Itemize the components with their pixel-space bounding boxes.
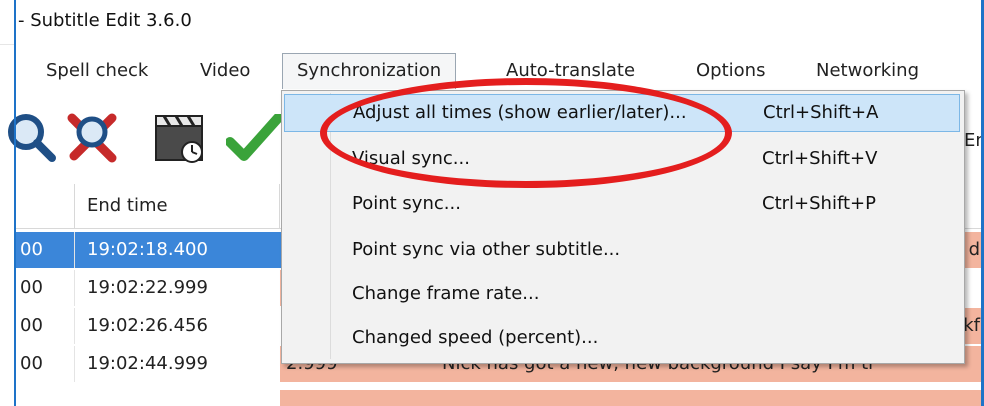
window-left-border: [14, 0, 16, 406]
cell-end-time: 19:02:44.999: [74, 346, 280, 382]
menu-item-label: Point sync...: [352, 193, 461, 214]
column-header-end-time[interactable]: End time: [74, 184, 280, 228]
video-clapper-icon[interactable]: [152, 110, 210, 170]
search-icon[interactable]: [2, 110, 58, 170]
menu-item-shortcut: Ctrl+Shift+P: [762, 193, 876, 214]
menu-item-shortcut: Ctrl+Shift+A: [763, 102, 879, 123]
cell-start-time: 00: [20, 315, 43, 336]
menu-item-shortcut: Ctrl+Shift+V: [762, 148, 878, 169]
cell-text-partial: [434, 390, 984, 406]
menu-item-point-sync[interactable]: Point sync... Ctrl+Shift+P: [282, 185, 964, 223]
cell-start-time: 00: [20, 353, 43, 374]
app-window: - Subtitle Edit 3.6.0 Spell check Video …: [0, 0, 984, 406]
menu-options[interactable]: Options: [696, 60, 765, 81]
checkmark-icon[interactable]: [225, 113, 283, 170]
cell-start-time: 00: [16, 232, 74, 268]
cell-end-time: 19:02:18.400: [74, 232, 280, 268]
title-bar: - Subtitle Edit 3.6.0: [0, 0, 984, 45]
annotation-highlight-oval: [320, 78, 732, 188]
menu-spell-check[interactable]: Spell check: [46, 60, 148, 81]
menu-item-point-sync-via-other-subtitle[interactable]: Point sync via other subtitle...: [282, 231, 964, 269]
menu-item-label: Point sync via other subtitle...: [352, 239, 621, 260]
menu-item-label: Change frame rate...: [352, 283, 540, 304]
menu-video[interactable]: Video: [200, 60, 250, 81]
table-row-partial[interactable]: [16, 390, 984, 406]
cell-duration-partial: [280, 390, 434, 406]
menu-item-label: Changed speed (percent)...: [352, 327, 599, 348]
cell-start-time: 00: [20, 277, 43, 298]
window-title: - Subtitle Edit 3.6.0: [18, 10, 192, 31]
cell-end-time: 19:02:22.999: [74, 270, 280, 306]
cell-end-time: 19:02:26.456: [74, 308, 280, 344]
menu-networking[interactable]: Networking: [816, 60, 919, 81]
replace-icon[interactable]: [66, 110, 122, 170]
menu-item-changed-speed[interactable]: Changed speed (percent)...: [282, 319, 964, 357]
menu-item-change-frame-rate[interactable]: Change frame rate...: [282, 275, 964, 313]
